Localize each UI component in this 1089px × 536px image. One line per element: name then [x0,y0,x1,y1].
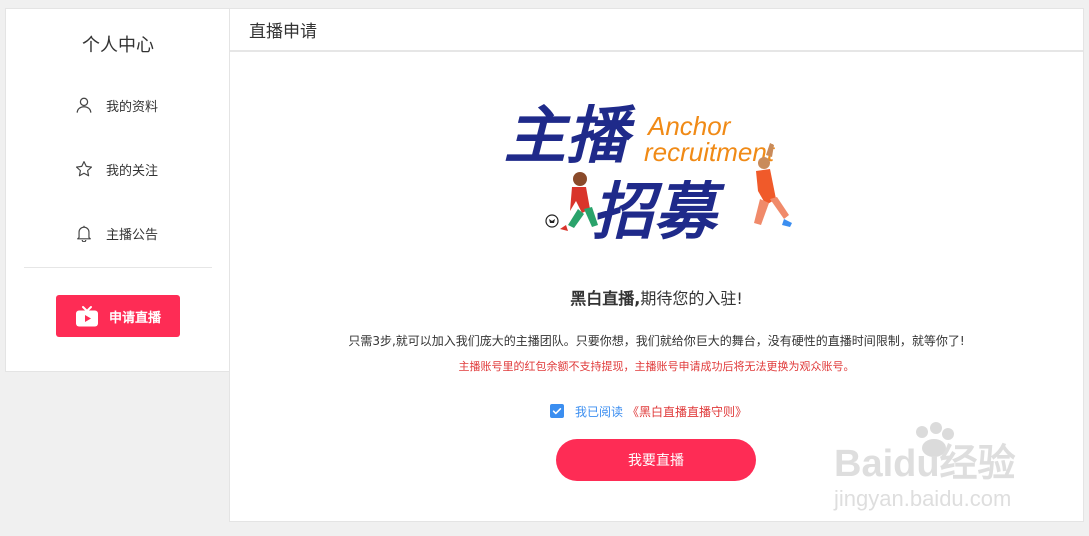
sidebar-item-following[interactable]: 我的关注 [74,157,158,181]
tv-icon [75,305,99,327]
sidebar-divider [24,267,212,268]
check-icon [552,408,562,415]
banner-cn-line2: 招募 [592,175,725,243]
anchor-recruitment-banner: 主播 招募 Anchor recruitment [500,91,810,248]
agreement-row: 我已阅读 《黑白直播直播守则》 [550,403,747,419]
sidebar-item-label: 我的关注 [106,163,159,179]
watermark-brand: Baidu经验 [834,443,1016,485]
sidebar-item-label: 主播公告 [106,227,159,243]
rules-link[interactable]: 《黑白直播直播守则》 [627,403,747,420]
sidebar-item-announcement[interactable]: 主播公告 [74,221,158,245]
apply-live-button[interactable]: 申请直播 [56,295,180,337]
go-live-button[interactable]: 我要直播 [556,439,756,481]
headline: 黑白直播,期待您的入驻! [230,285,1083,309]
page-title: 直播申请 [230,9,1083,52]
sidebar-title: 个人中心 [82,35,154,56]
user-icon [74,95,94,115]
apply-live-label: 申请直播 [108,310,161,326]
banner-en-line2: recruitment [644,137,776,167]
description-text: 只需3步,就可以加入我们庞大的主播团队。只要你想，我们就给你巨大的舞台，没有硬性… [348,334,965,348]
sidebar-item-profile[interactable]: 我的资料 [74,93,158,117]
bell-icon [74,223,94,243]
sidebar-item-label: 我的资料 [106,99,159,115]
baidu-watermark: Baidu经验 jingyan.baidu.com [830,420,1040,515]
banner-cn-line1: 主播 [504,99,636,172]
headline-text: 期待您的入驻! [640,289,743,308]
headline-brand: 黑白直播, [570,289,641,308]
soccer-player-illustration [545,172,598,231]
watermark-url: jingyan.baidu.com [833,486,1011,511]
warning-text: 主播账号里的红包余额不支持提现，主播账号申请成功后将无法更换为观众账号。 [458,360,855,373]
agree-label: 我已阅读 [575,404,624,419]
sidebar: 个人中心 我的资料 我的关注 主播公告 申请直播 [5,8,229,372]
agree-checkbox[interactable] [550,404,564,418]
star-icon [74,159,94,179]
